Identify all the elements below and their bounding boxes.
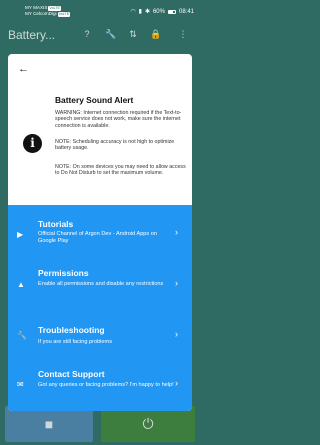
menu-item-title: Tutorials: [38, 219, 74, 229]
back-arrow-icon[interactable]: ←: [18, 63, 29, 75]
power-button[interactable]: ⏻: [101, 406, 195, 442]
status-bar: MY MAXIS VoLTE MY CelcomDigi VoLTE ◠ ▮ ✱ 6…: [0, 0, 200, 24]
carrier-info: MY MAXIS VoLTE MY CelcomDigi VoLTE: [25, 5, 71, 17]
warning-text: WARNING: Internet connection required if…: [55, 110, 182, 129]
mail-icon: ✉: [17, 380, 24, 389]
carrier-2: MY CelcomDigi: [25, 11, 57, 16]
bluetooth-icon: ✱: [144, 9, 150, 15]
app-bar: Battery... ? 🔧 ⇅ 🔒 ⋮: [0, 24, 200, 46]
volte-badge: VoLTE: [57, 12, 71, 17]
battery-sound-alert-dialog: ← i Battery Sound Alert WARNING: Interne…: [8, 54, 192, 411]
info-icon: i: [23, 134, 42, 153]
wrench-icon: 🔧: [17, 331, 27, 340]
app-title: Battery...: [8, 28, 56, 42]
note-dnd-text: NOTE: On some devices you may need to al…: [55, 164, 186, 177]
chevron-right-icon: ›: [175, 227, 178, 237]
menu-item-subtitle: Enable all permissions and disable any r…: [38, 281, 164, 287]
chevron-right-icon: ›: [175, 378, 178, 388]
more-icon[interactable]: ⋮: [178, 29, 188, 39]
status-right: ◠ ▮ ✱ 60% 08:41: [130, 8, 194, 16]
menu-item-title: Permissions: [38, 268, 89, 278]
note-scheduling-text: NOTE: Scheduling accuracy is not high to…: [55, 139, 175, 152]
wrench-icon[interactable]: 🔧: [105, 29, 116, 39]
stop-button[interactable]: ■: [5, 406, 93, 442]
signal-icon: ▮: [138, 9, 142, 15]
menu-item-subtitle: If you are still facing problems: [38, 339, 112, 345]
menu-item-subtitle: Got any queries or facing problems? I'm …: [38, 382, 174, 388]
menu-item-subtitle: Official Channel of Argon Dev - Android …: [38, 231, 157, 245]
wifi-icon: ◠: [130, 9, 136, 15]
menu-item-title: Troubleshooting: [38, 325, 105, 335]
volte-badge: VoLTE: [48, 6, 61, 11]
menu-item-permissions[interactable]: ▲ Permissions Enable all permissions and…: [8, 268, 192, 304]
stop-icon: ■: [44, 416, 54, 432]
chevron-right-icon: ›: [175, 278, 178, 288]
battery-icon: [167, 9, 176, 14]
play-icon: ▶: [17, 230, 24, 239]
menu-item-contact-support[interactable]: ✉ Contact Support Got any queries or fac…: [8, 369, 192, 407]
dialog-title: Battery Sound Alert: [55, 95, 134, 105]
menu-item-tutorials[interactable]: ▶ Tutorials Official Channel of Argon De…: [8, 219, 192, 261]
battery-percent: 60%: [152, 8, 165, 15]
menu-item-troubleshooting[interactable]: 🔧 Troubleshooting If you are still facin…: [8, 325, 192, 353]
clock: 08:41: [178, 8, 194, 15]
sort-icon[interactable]: ⇅: [128, 29, 138, 39]
help-icon[interactable]: ?: [82, 29, 92, 39]
power-icon: ⏻: [142, 415, 154, 432]
lock-icon[interactable]: 🔒: [150, 29, 161, 39]
help-menu: ▶ Tutorials Official Channel of Argon De…: [8, 205, 192, 411]
chevron-right-icon: ›: [175, 329, 178, 339]
warning-icon: ▲: [17, 280, 25, 289]
carrier-1: MY MAXIS: [25, 5, 48, 10]
menu-item-title: Contact Support: [38, 369, 105, 379]
